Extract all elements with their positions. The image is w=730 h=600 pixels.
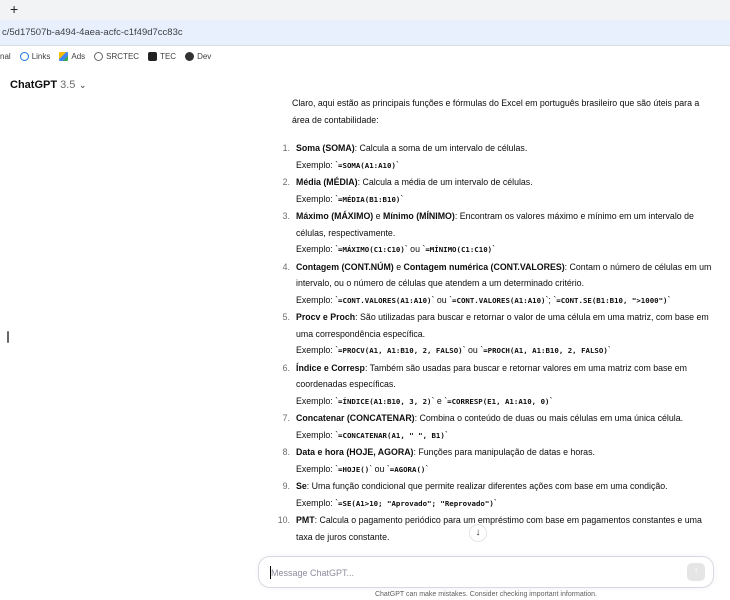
bookmark-srctec[interactable]: SRCTEC	[94, 51, 140, 61]
message-composer: ↑	[258, 556, 714, 588]
item-description: Se: Uma função condicional que permite r…	[296, 481, 668, 491]
bookmarks-bar: nal Links Ads SRCTEC TEC Dev	[0, 46, 730, 66]
google-ads-icon	[59, 51, 69, 61]
bookmark-tec[interactable]: TEC	[148, 51, 177, 61]
list-number: 5.	[282, 312, 290, 322]
send-button[interactable]: ↑	[687, 563, 705, 581]
tec-icon	[148, 51, 158, 61]
bookmark-label: Dev	[197, 51, 212, 61]
item-description: Contagem (CONT.NÚM) e Contagem numérica …	[296, 261, 712, 289]
list-item: 2. Média (MÉDIA): Calcula a média de um i…	[283, 174, 712, 208]
list-number: 6.	[282, 362, 290, 373]
message-intro: Claro, aqui estão as principais funções …	[292, 98, 700, 125]
message-input[interactable]	[271, 565, 671, 581]
list-item: 9. Se: Uma função condicional que permite…	[283, 478, 712, 512]
bookmark-ads[interactable]: Ads	[59, 51, 86, 61]
url-text[interactable]: c/5d17507b-a494-4aea-acfc-c1f49d7cc83c	[2, 27, 183, 38]
srctec-icon	[94, 51, 104, 61]
item-description: Concatenar (CONCATENAR): Combina o conte…	[296, 413, 684, 423]
bookmark-dev[interactable]: Dev	[185, 51, 212, 61]
list-item: 8. Data e hora (HOJE, AGORA): Funções par…	[283, 444, 712, 478]
list-item: 6. Índice e Corresp: Também são usadas pa…	[283, 360, 712, 411]
item-example: Exemplo: `=HOJE()` ou `=AGORA()`	[296, 463, 429, 474]
item-example: Exemplo: `=SE(A1>10; "Aprovado"; "Reprov…	[296, 497, 497, 508]
item-description: Índice e Corresp: Também são usadas para…	[296, 362, 687, 390]
item-description: Data e hora (HOJE, AGORA): Funções para …	[296, 447, 595, 457]
new-tab-button[interactable]: +	[10, 1, 18, 17]
app-name: ChatGPT	[10, 79, 58, 91]
tab-bar: +	[0, 0, 730, 20]
item-description: PMT: Calcula o pagamento periódico para …	[296, 515, 702, 542]
scroll-down-button[interactable]: ↓	[469, 524, 487, 542]
item-example: Exemplo: `=PROCV(A1, A1:B10, 2, FALSO)` …	[296, 345, 611, 355]
item-example: Exemplo: `=MÉDIA(B1:B10)`	[296, 193, 404, 204]
list-number: 7.	[282, 413, 290, 423]
bookmark-links[interactable]: Links	[19, 51, 51, 61]
item-description: Soma (SOMA): Calcula a soma de um interv…	[296, 143, 528, 153]
bookmark-label: nal	[0, 51, 11, 61]
address-bar[interactable]: c/5d17507b-a494-4aea-acfc-c1f49d7cc83c	[0, 20, 730, 46]
links-icon	[19, 51, 29, 61]
list-item: 5. Procv e Proch: São utilizadas para bus…	[283, 309, 712, 360]
bookmark-nal[interactable]: nal	[0, 52, 11, 61]
bookmark-label: TEC	[160, 51, 177, 61]
list-item: 4. Contagem (CONT.NÚM) e Contagem numéric…	[283, 259, 712, 310]
list-item: 3. Máximo (MÁXIMO) e Mínimo (MÍNIMO): Enc…	[283, 208, 712, 259]
list-number: 8.	[282, 447, 290, 457]
assistant-message: Claro, aqui estão as principais funções …	[278, 95, 712, 545]
item-example: Exemplo: `=CONCATENAR(A1, " ", B1)`	[296, 429, 448, 440]
model-selector[interactable]: ChatGPT 3.5 ⌄	[10, 79, 86, 91]
item-example: Exemplo: `=MÁXIMO(C1:C10)` ou `=MÍNIMO(C…	[296, 244, 496, 254]
function-list: 1. Soma (SOMA): Calcula a soma de um inte…	[278, 140, 712, 545]
bookmark-label: SRCTEC	[106, 51, 140, 61]
list-number: 3.	[282, 211, 290, 221]
bookmark-label: Ads	[71, 51, 86, 61]
item-example: Exemplo: `=CONT.VALORES(A1:A10)` ou `=CO…	[296, 294, 671, 305]
item-description: Máximo (MÁXIMO) e Mínimo (MÍNIMO): Encon…	[296, 211, 694, 238]
list-number: 2.	[282, 177, 290, 187]
bookmark-label: Links	[31, 51, 51, 61]
item-description: Média (MÉDIA): Calcula a média de um int…	[296, 177, 533, 187]
list-item: 1. Soma (SOMA): Calcula a soma de um inte…	[283, 140, 712, 174]
item-description: Procv e Proch: São utilizadas para busca…	[296, 312, 709, 339]
list-number: 9.	[282, 481, 290, 491]
sidebar-toggle-handle[interactable]	[7, 331, 9, 343]
list-item: 10. PMT: Calcula o pagamento periódico pa…	[278, 512, 712, 545]
list-item: 7. Concatenar (CONCATENAR): Combina o con…	[283, 410, 712, 444]
list-number: 4.	[282, 261, 290, 272]
model-version: 3.5	[60, 79, 76, 91]
github-icon	[185, 51, 195, 61]
disclaimer-text: ChatGPT can make mistakes. Consider chec…	[374, 591, 598, 598]
item-example: Exemplo: `=SOMA(A1:A10)`	[296, 159, 399, 170]
item-example: Exemplo: `=ÍNDICE(A1:B10, 3, 2)` e `=COR…	[296, 395, 553, 406]
chevron-down-icon: ⌄	[79, 80, 87, 90]
list-number: 10.	[277, 515, 290, 525]
list-number: 1.	[282, 143, 290, 153]
